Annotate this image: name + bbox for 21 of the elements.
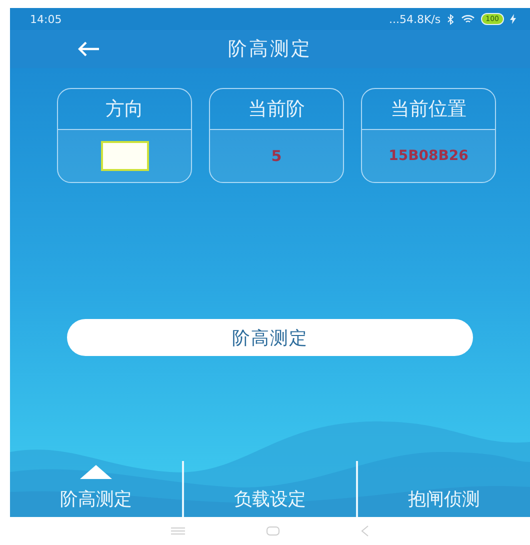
bottom-tab[interactable]: 抱闸侦测	[358, 459, 530, 517]
card-value: 5	[271, 147, 282, 165]
page-title: 阶高测定	[228, 37, 312, 62]
card-label: 当前阶	[210, 89, 343, 130]
card-label: 方向	[58, 89, 191, 130]
back-arrow-icon[interactable]	[78, 41, 100, 57]
bottom-tab[interactable]: 负载设定	[184, 459, 356, 517]
home-icon[interactable]	[266, 526, 280, 536]
back-icon[interactable]	[361, 525, 370, 537]
bottom-tab[interactable]: 阶高测定	[10, 459, 182, 517]
wifi-icon	[460, 14, 475, 24]
card-value: 15B08B26	[388, 148, 468, 164]
network-speed: ...54.8K/s	[388, 12, 441, 26]
charging-icon	[510, 14, 516, 24]
menu-icon[interactable]	[170, 527, 185, 535]
triangle-icon	[80, 465, 112, 479]
measure-button[interactable]: 阶高测定	[67, 319, 473, 356]
bluetooth-icon	[446, 14, 455, 24]
card-label: 当前位置	[362, 89, 495, 130]
direction-indicator	[100, 141, 148, 171]
clock: 14:05	[30, 12, 62, 26]
